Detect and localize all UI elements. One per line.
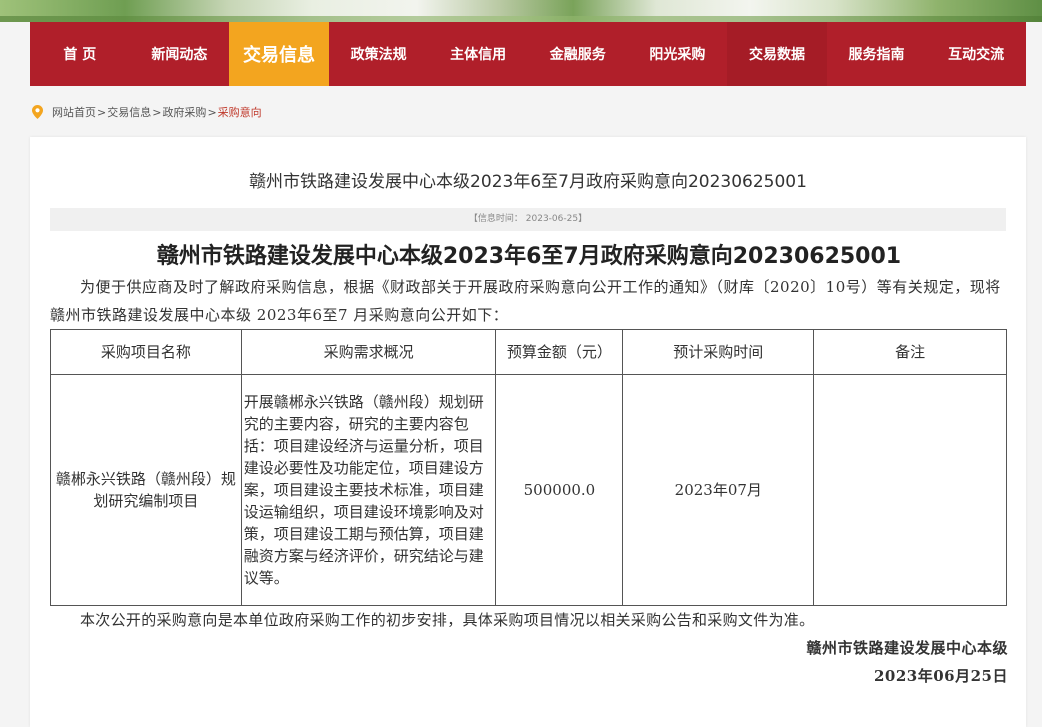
breadcrumb: 网站首页 > 交易信息 > 政府采购 > 采购意向 — [32, 103, 262, 121]
nav-item-trade-info[interactable]: 交易信息 — [229, 22, 329, 86]
signature-org: 赣州市铁路建设发展中心本级 — [806, 639, 1008, 657]
nav-item-news[interactable]: 新闻动态 — [130, 22, 230, 86]
breadcrumb-home[interactable]: 网站首页 — [52, 104, 96, 120]
cell-requirement: 开展赣郴永兴铁路（赣州段）规划研究的主要内容，研究的主要内容包括：项目建设经济与… — [240, 374, 497, 606]
article-info-bar: 【信息时间： 2023-06-25】 — [50, 208, 1006, 231]
breadcrumb-current: 采购意向 — [217, 106, 262, 119]
cell-project-name: 赣郴永兴铁路（赣州段）规划研究编制项目 — [50, 374, 242, 606]
header-budget: 预算金额（元） — [495, 329, 624, 375]
article-body: 赣州市铁路建设发展中心本级2023年6至7月政府采购意向20230625001 … — [50, 241, 1008, 690]
purchase-intent-table: 采购项目名称 采购需求概况 预算金额（元） 预计采购时间 备注 赣郴永兴铁路（赣… — [50, 329, 1007, 606]
cell-remark — [813, 374, 1007, 606]
nav-item-interaction[interactable]: 互动交流 — [926, 22, 1026, 86]
footer-note: 本次公开的采购意向是本单位政府采购工作的初步安排，具体采购项目情况以相关采购公告… — [80, 611, 815, 629]
header-time: 预计采购时间 — [622, 329, 815, 375]
breadcrumb-separator: > — [207, 105, 217, 119]
breadcrumb-trade-info[interactable]: 交易信息 — [107, 104, 151, 120]
article-panel: 赣州市铁路建设发展中心本级2023年6至7月政府采购意向20230625001 … — [30, 137, 1026, 727]
breadcrumb-gov-purchase[interactable]: 政府采购 — [162, 104, 206, 120]
table-header-row: 采购项目名称 采购需求概况 预算金额（元） 预计采购时间 备注 — [50, 329, 1007, 375]
nav-item-service-guide[interactable]: 服务指南 — [827, 22, 927, 86]
cell-time: 2023年07月 — [622, 374, 815, 606]
nav-item-credit[interactable]: 主体信用 — [428, 22, 528, 86]
nav-item-sunshine-purchase[interactable]: 阳光采购 — [628, 22, 728, 86]
article-title: 赣州市铁路建设发展中心本级2023年6至7月政府采购意向20230625001 — [249, 172, 807, 192]
document-heading: 赣州市铁路建设发展中心本级2023年6至7月政府采购意向20230625001 — [156, 244, 902, 269]
location-pin-icon — [32, 105, 43, 119]
nav-item-finance[interactable]: 金融服务 — [528, 22, 628, 86]
header-remark: 备注 — [813, 329, 1007, 375]
intro-paragraph: 为便于供应商及时了解政府采购信息，根据《财政部关于开展政府采购意向公开工作的通知… — [50, 278, 1001, 324]
signature-date: 2023年06月25日 — [874, 667, 1008, 685]
nav-item-trade-data[interactable]: 交易数据 — [727, 22, 827, 86]
nav-item-home[interactable]: 首 页 — [30, 22, 130, 86]
main-nav: 首 页 新闻动态 交易信息 政策法规 主体信用 金融服务 阳光采购 交易数据 服… — [30, 22, 1026, 86]
header-requirement: 采购需求概况 — [240, 329, 497, 375]
cell-budget: 500000.0 — [495, 374, 624, 606]
nav-item-policy[interactable]: 政策法规 — [329, 22, 429, 86]
table-row: 赣郴永兴铁路（赣州段）规划研究编制项目 开展赣郴永兴铁路（赣州段）规划研究的主要… — [50, 374, 1007, 606]
breadcrumb-separator: > — [152, 105, 162, 119]
header-banner-image — [0, 0, 1042, 22]
header-project-name: 采购项目名称 — [50, 329, 242, 375]
breadcrumb-separator: > — [97, 105, 107, 119]
